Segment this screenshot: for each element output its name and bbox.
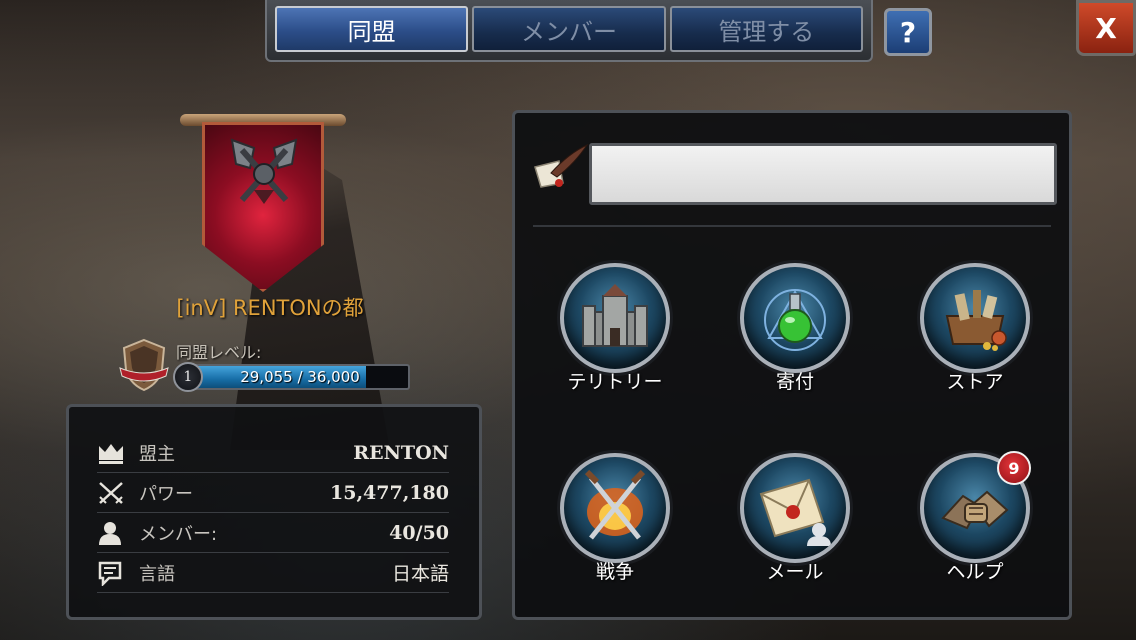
announcement-input[interactable] — [589, 143, 1057, 205]
info-value-language: 日本語 — [391, 563, 449, 585]
info-value-leader: RENTON — [353, 441, 449, 464]
war-button[interactable]: 戦争 — [545, 453, 685, 593]
mail-label: メール — [766, 561, 824, 583]
info-label-power: パワー — [139, 483, 193, 505]
info-row-leader: 盟主 RENTON — [97, 433, 449, 473]
alliance-xp-text: 29,055 / 36,000 — [240, 368, 360, 386]
help-request-button[interactable]: 9 ヘルプ — [905, 451, 1045, 593]
store-button[interactable]: ストア — [905, 263, 1045, 403]
quill-icon — [534, 143, 589, 188]
envelope-icon — [740, 453, 850, 563]
info-value-members: 40/50 — [389, 521, 449, 544]
info-label-language: 言語 — [139, 563, 175, 585]
castle-icon — [560, 263, 670, 373]
treasure-chest-icon — [920, 263, 1030, 373]
donate-button[interactable]: 寄付 — [725, 263, 865, 403]
info-value-power: 15,477,180 — [330, 481, 449, 504]
crossed-axes-emblem-icon — [230, 138, 298, 204]
territory-label: テリトリー — [567, 371, 663, 393]
help-request-label: ヘルプ — [946, 561, 1004, 583]
help-button[interactable]: ? — [884, 8, 932, 56]
info-label-leader: 盟主 — [139, 443, 175, 465]
alliance-level-badge: 1 — [173, 362, 203, 392]
potion-icon — [740, 263, 850, 373]
alliance-level-progress: 29,055 / 36,000 — [190, 364, 410, 390]
war-label: 戦争 — [595, 561, 634, 583]
tab-manage[interactable]: 管理する — [669, 6, 863, 52]
alliance-name: [inV] RENTONの都 — [176, 296, 364, 320]
store-label: ストア — [946, 371, 1004, 393]
speech-bubble-icon — [97, 559, 131, 587]
alliance-level-label: 同盟レベル: — [176, 343, 262, 362]
donate-label: 寄付 — [775, 371, 814, 393]
close-button[interactable]: X — [1076, 0, 1136, 56]
info-row-members: メンバー: 40/50 — [97, 513, 449, 553]
alliance-actions-panel: テリトリー 寄付 ストア 戦争 メール 9 ヘルプ — [512, 110, 1072, 620]
help-notification-badge: 9 — [997, 451, 1031, 485]
tab-bar: 同盟 メンバー 管理する — [265, 0, 873, 62]
tab-alliance[interactable]: 同盟 — [275, 6, 469, 52]
tab-members[interactable]: メンバー — [472, 6, 666, 52]
crossed-swords-fire-icon — [560, 453, 670, 563]
info-row-power: パワー 15,477,180 — [97, 473, 449, 513]
info-row-language: 言語 日本語 — [97, 553, 449, 593]
crown-icon — [97, 439, 131, 467]
mail-button[interactable]: メール — [725, 453, 865, 593]
shield-icon — [119, 338, 169, 392]
member-icon — [97, 519, 131, 547]
alliance-info-panel: 盟主 RENTON パワー 15,477,180 メンバー: 40/50 言語 … — [66, 404, 482, 620]
crossed-swords-icon — [97, 479, 131, 507]
info-label-members: メンバー: — [139, 523, 218, 545]
alliance-banner[interactable] — [180, 108, 350, 298]
territory-button[interactable]: テリトリー — [545, 263, 685, 403]
panel-divider — [533, 225, 1051, 227]
